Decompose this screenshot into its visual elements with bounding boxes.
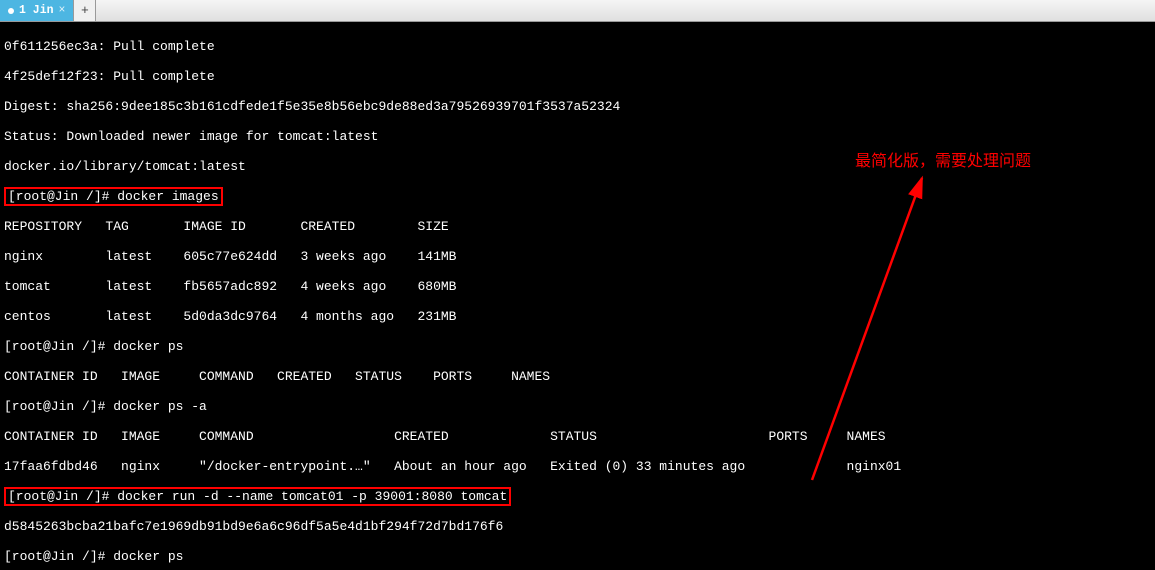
table-row: nginx latest 605c77e624dd 3 weeks ago 14… <box>4 249 1151 264</box>
prompt-line: [root@Jin /]# docker ps -a <box>4 399 1151 414</box>
tab-label: 1 Jin <box>19 4 54 17</box>
highlight-box: [root@Jin /]# docker images <box>4 187 223 206</box>
tab-indicator-icon <box>8 8 14 14</box>
output-line: 4f25def12f23: Pull complete <box>4 69 1151 84</box>
terminal[interactable]: 0f611256ec3a: Pull complete 4f25def12f23… <box>0 22 1155 570</box>
prompt-line: [root@Jin /]# docker images <box>4 189 1151 204</box>
output-line: 0f611256ec3a: Pull complete <box>4 39 1151 54</box>
add-tab-button[interactable]: + <box>74 0 96 21</box>
prompt-line: [root@Jin /]# docker run -d --name tomca… <box>4 489 1151 504</box>
output-line: d5845263bcba21bafc7e1969db91bd9e6a6c96df… <box>4 519 1151 534</box>
table-row: tomcat latest fb5657adc892 4 weeks ago 6… <box>4 279 1151 294</box>
prompt-line: [root@Jin /]# docker ps <box>4 549 1151 564</box>
table-row: centos latest 5d0da3dc9764 4 months ago … <box>4 309 1151 324</box>
highlight-box: [root@Jin /]# docker run -d --name tomca… <box>4 487 511 506</box>
tab-jin[interactable]: 1 Jin × <box>0 0 74 21</box>
output-line: Digest: sha256:9dee185c3b161cdfede1f5e35… <box>4 99 1151 114</box>
table-row: 17faa6fdbd46 nginx "/docker-entrypoint.…… <box>4 459 1151 474</box>
table-header: REPOSITORY TAG IMAGE ID CREATED SIZE <box>4 219 1151 234</box>
table-header: CONTAINER ID IMAGE COMMAND CREATED STATU… <box>4 369 1151 384</box>
tab-bar: 1 Jin × + <box>0 0 1155 22</box>
prompt-line: [root@Jin /]# docker ps <box>4 339 1151 354</box>
close-icon[interactable]: × <box>59 4 66 17</box>
table-header: CONTAINER ID IMAGE COMMAND CREATED STATU… <box>4 429 1151 444</box>
annotation-text: 最简化版，需要处理问题 <box>855 154 1031 169</box>
output-line: Status: Downloaded newer image for tomca… <box>4 129 1151 144</box>
